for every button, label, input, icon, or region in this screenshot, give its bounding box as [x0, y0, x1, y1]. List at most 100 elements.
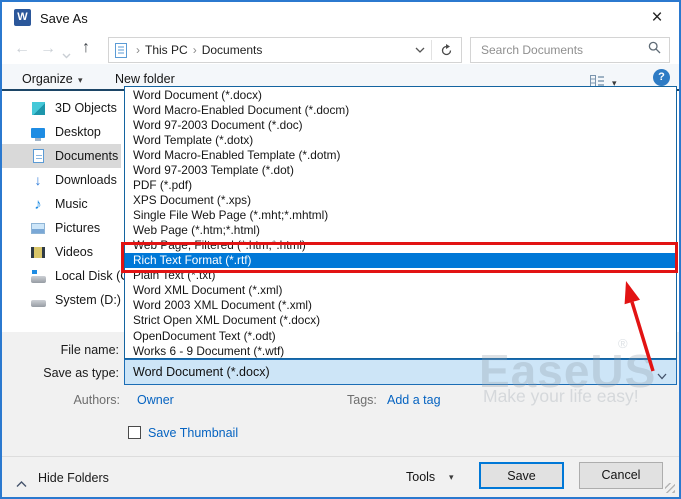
forward-button[interactable]: →: [40, 40, 56, 58]
file-type-option-pdf-pdf[interactable]: PDF (*.pdf): [125, 177, 676, 192]
save-as-type-combobox[interactable]: Word Document (*.docx): [124, 359, 677, 385]
file-type-option-web-page-filtered-htm-html[interactable]: Web Page, Filtered (*.htm;*.html): [125, 238, 676, 253]
sidebar-item-label: System (D:): [55, 293, 121, 307]
sidebar-item-label: Downloads: [55, 173, 117, 187]
file-type-option-label: Word XML Document (*.xml): [133, 283, 282, 297]
file-name-label: File name:: [2, 343, 119, 357]
file-type-option-opendocument-text-odt[interactable]: OpenDocument Text (*.odt): [125, 328, 676, 343]
save-thumbnail-label[interactable]: Save Thumbnail: [148, 426, 238, 440]
sidebar-item-music[interactable]: Music: [2, 192, 121, 216]
sidebar-item-icon: [30, 196, 46, 212]
file-type-option-label: Word Template (*.dotx): [133, 133, 253, 147]
file-type-option-label: PDF (*.pdf): [133, 178, 192, 192]
sidebar-item-videos[interactable]: Videos: [2, 240, 121, 264]
sidebar-item-icon: [30, 292, 46, 308]
file-type-option-works-6-9-document-wtf[interactable]: Works 6 - 9 Document (*.wtf): [125, 343, 676, 358]
add-a-tag-link[interactable]: Add a tag: [387, 393, 441, 407]
sidebar-item-desktop[interactable]: Desktop: [2, 120, 121, 144]
file-type-option-label: Word Document (*.docx): [133, 88, 262, 102]
organize-menu-button[interactable]: Organize ▾: [22, 72, 73, 86]
file-type-option-word-97-2003-document-doc[interactable]: Word 97-2003 Document (*.doc): [125, 117, 676, 132]
organize-caret-icon: ▾: [78, 75, 83, 86]
file-type-option-word-document-docx[interactable]: Word Document (*.docx): [125, 87, 676, 102]
sidebar-item-system-d[interactable]: System (D:): [2, 288, 121, 312]
save-thumbnail-checkbox[interactable]: [128, 426, 141, 439]
sidebar-item-icon: [30, 220, 46, 236]
file-type-option-label: XPS Document (*.xps): [133, 193, 251, 207]
authors-value-link[interactable]: Owner: [137, 393, 174, 407]
save-as-dialog: Save As × ← → ↑ › This PC › Documents Or…: [0, 0, 681, 499]
sidebar-item-downloads[interactable]: Downloads: [2, 168, 121, 192]
file-type-option-web-page-htm-html[interactable]: Web Page (*.htm;*.html): [125, 223, 676, 238]
search-icon[interactable]: [648, 41, 661, 59]
navigation-sidebar: 3D Objects Desktop Documents Downloads M…: [2, 96, 121, 312]
file-type-option-label: Word 2003 XML Document (*.xml): [133, 298, 312, 312]
combo-chevron-down-icon[interactable]: [657, 369, 667, 383]
file-type-option-label: Word Macro-Enabled Template (*.dotm): [133, 148, 340, 162]
save-button[interactable]: Save: [479, 462, 564, 489]
sidebar-item-icon: [30, 148, 46, 164]
resize-grip[interactable]: [665, 483, 675, 493]
file-type-option-xps-document-xps[interactable]: XPS Document (*.xps): [125, 192, 676, 207]
file-type-option-label: OpenDocument Text (*.odt): [133, 329, 276, 343]
back-button[interactable]: ←: [14, 40, 30, 58]
breadcrumb-separator: ›: [136, 43, 140, 57]
search-input[interactable]: [479, 42, 648, 58]
address-bar-divider: [431, 40, 432, 60]
sidebar-item-pictures[interactable]: Pictures: [2, 216, 121, 240]
file-type-option-label: Web Page (*.htm;*.html): [133, 223, 260, 237]
file-type-dropdown-list: Word Document (*.docx) Word Macro-Enable…: [124, 86, 677, 359]
file-type-option-label: Strict Open XML Document (*.docx): [133, 313, 320, 327]
sidebar-item-icon: [30, 268, 46, 284]
file-type-option-word-macro-enabled-template-dotm[interactable]: Word Macro-Enabled Template (*.dotm): [125, 147, 676, 162]
file-type-option-label: Single File Web Page (*.mht;*.mhtml): [133, 208, 328, 222]
file-type-option-label: Word 97-2003 Document (*.doc): [133, 118, 303, 132]
file-type-option-word-macro-enabled-document-docm[interactable]: Word Macro-Enabled Document (*.docm): [125, 102, 676, 117]
file-type-option-strict-open-xml-document-docx[interactable]: Strict Open XML Document (*.docx): [125, 313, 676, 328]
address-bar[interactable]: › This PC › Documents: [108, 37, 462, 63]
file-type-option-word-97-2003-template-dot[interactable]: Word 97-2003 Template (*.dot): [125, 162, 676, 177]
file-type-option-label: Word 97-2003 Template (*.dot): [133, 163, 294, 177]
recent-locations-chevron-icon[interactable]: [62, 46, 71, 64]
sidebar-item-local-disk-c[interactable]: Local Disk (C:): [2, 264, 121, 288]
save-as-type-label: Save as type:: [2, 366, 119, 380]
breadcrumb-this-pc[interactable]: This PC: [145, 43, 188, 57]
file-type-option-label: Works 6 - 9 Document (*.wtf): [133, 344, 284, 358]
footer-divider: [2, 456, 679, 457]
breadcrumb-separator: ›: [193, 43, 197, 57]
address-dropdown-chevron-icon[interactable]: [415, 47, 425, 53]
breadcrumb-documents[interactable]: Documents: [202, 43, 263, 57]
sidebar-item-documents[interactable]: Documents: [2, 144, 121, 168]
authors-label: Authors:: [2, 393, 120, 407]
refresh-icon[interactable]: [440, 44, 453, 57]
sidebar-item-icon: [30, 172, 46, 188]
document-folder-icon: [115, 43, 127, 58]
word-app-icon: [14, 9, 31, 26]
file-type-option-word-2003-xml-document-xml[interactable]: Word 2003 XML Document (*.xml): [125, 298, 676, 313]
file-type-option-rich-text-format-rtf[interactable]: Rich Text Format (*.rtf): [125, 253, 676, 268]
sidebar-item-label: Music: [55, 197, 88, 211]
file-type-option-plain-text-txt[interactable]: Plain Text (*.txt): [125, 268, 676, 283]
up-button[interactable]: ↑: [82, 39, 90, 57]
file-type-option-label: Web Page, Filtered (*.htm;*.html): [133, 238, 306, 252]
new-folder-button[interactable]: New folder: [115, 72, 175, 86]
file-type-option-word-xml-document-xml[interactable]: Word XML Document (*.xml): [125, 283, 676, 298]
chevron-up-icon: [16, 475, 27, 493]
close-icon[interactable]: ×: [641, 5, 673, 31]
file-type-option-word-template-dotx[interactable]: Word Template (*.dotx): [125, 132, 676, 147]
hide-folders-button[interactable]: Hide Folders: [38, 471, 109, 485]
sidebar-item-icon: [30, 100, 46, 116]
tools-menu-button[interactable]: Tools: [406, 470, 435, 484]
title-bar: Save As ×: [2, 2, 679, 34]
tags-label: Tags:: [347, 393, 377, 407]
sidebar-item-label: Desktop: [55, 125, 101, 139]
sidebar-item-label: Videos: [55, 245, 93, 259]
window-title: Save As: [40, 11, 88, 26]
cancel-button[interactable]: Cancel: [579, 462, 663, 489]
help-icon[interactable]: ?: [653, 69, 670, 86]
file-type-option-single-file-web-page-mht-mhtml[interactable]: Single File Web Page (*.mht;*.mhtml): [125, 208, 676, 223]
file-type-option-label: Rich Text Format (*.rtf): [133, 253, 251, 267]
sidebar-item-3d-objects[interactable]: 3D Objects: [2, 96, 121, 120]
file-type-option-label: Plain Text (*.txt): [133, 268, 215, 282]
sidebar-item-label: Pictures: [55, 221, 100, 235]
